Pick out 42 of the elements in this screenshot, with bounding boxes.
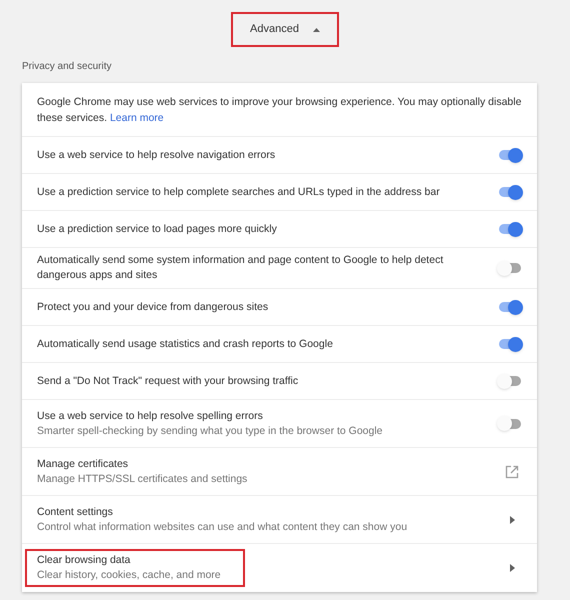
row-title: Send a "Do Not Track" request with your browsing traffic: [37, 374, 298, 388]
row-title: Content settings: [37, 504, 114, 520]
settings-row[interactable]: Automatically send some system information and page content to Google to help detect dangerous apps and sites: [22, 248, 537, 289]
settings-row[interactable]: Protect you and your device from dangerous sites: [22, 289, 537, 326]
settings-row[interactable]: Send a "Do Not Track" request with your browsing traffic: [22, 363, 537, 400]
row-title: Use a prediction service to load pages more quickly: [37, 222, 277, 236]
caret-up-icon: [312, 28, 320, 32]
row-subtitle: Clear history, cookies, cache, and more: [37, 568, 221, 583]
caret-right-icon[interactable]: [510, 516, 515, 524]
settings-row[interactable]: Use a web service to help resolve spelling errors Smarter spell-checking by sending what you type in the browser to Google: [22, 400, 537, 448]
row-title: Use a prediction service to help complete searches and URLs typed in the address bar: [37, 184, 440, 200]
toggle-switch[interactable]: [497, 147, 523, 163]
settings-row[interactable]: Use a web service to help resolve navigation errors: [22, 137, 537, 174]
toggle-switch[interactable]: [497, 416, 523, 432]
settings-row[interactable]: Manage certificates Manage HTTPS/SSL certificates and settings: [22, 448, 537, 496]
row-subtitle: Smarter spell-checking by sending what you type in the browser to Google: [37, 424, 383, 438]
caret-right-icon[interactable]: [510, 564, 515, 572]
settings-row[interactable]: Automatically send usage statistics and crash reports to Google: [22, 326, 537, 363]
toggle-switch[interactable]: [497, 260, 523, 276]
row-subtitle: Manage HTTPS/SSL certificates and settings: [37, 472, 248, 486]
advanced-button[interactable]: Advanced: [231, 12, 339, 47]
toggle-switch[interactable]: [497, 221, 523, 237]
toggle-switch[interactable]: [497, 373, 523, 389]
row-title: Automatically send some system information and page content to Google to help detect dangerous apps and sites: [37, 253, 444, 283]
section-title: Privacy and security: [22, 60, 112, 74]
external-link-icon[interactable]: [505, 464, 519, 478]
row-title: Manage certificates: [37, 456, 130, 472]
learn-more-link[interactable]: Learn more: [110, 112, 164, 124]
row-title: Protect you and your device from dangerous sites: [37, 300, 268, 314]
row-title: Clear browsing data: [37, 553, 132, 568]
settings-row[interactable]: Content settings Control what information websites can use and what content they can show you: [22, 496, 537, 544]
settings-row[interactable]: Use a prediction service to load pages more quickly: [22, 211, 537, 248]
row-title: Use a web service to help resolve navigation errors: [37, 148, 276, 162]
intro-text: Google Chrome may use web services to improve your browsing experience. You may optionally disable these services. Learn more: [37, 95, 522, 126]
settings-row[interactable]: Use a prediction service to help complete searches and URLs typed in the address bar: [22, 174, 537, 211]
row-subtitle: Control what information websites can use and what content they can show you: [37, 520, 408, 534]
toggle-switch[interactable]: [497, 336, 523, 352]
row-title: Use a web service to help resolve spelling errors: [37, 408, 264, 424]
toggle-switch[interactable]: [497, 184, 523, 200]
toggle-switch[interactable]: [497, 299, 523, 315]
row-title: Automatically send usage statistics and crash reports to Google: [37, 336, 333, 352]
settings-row[interactable]: Clear browsing data Clear history, cookies, cache, and more: [22, 544, 537, 592]
